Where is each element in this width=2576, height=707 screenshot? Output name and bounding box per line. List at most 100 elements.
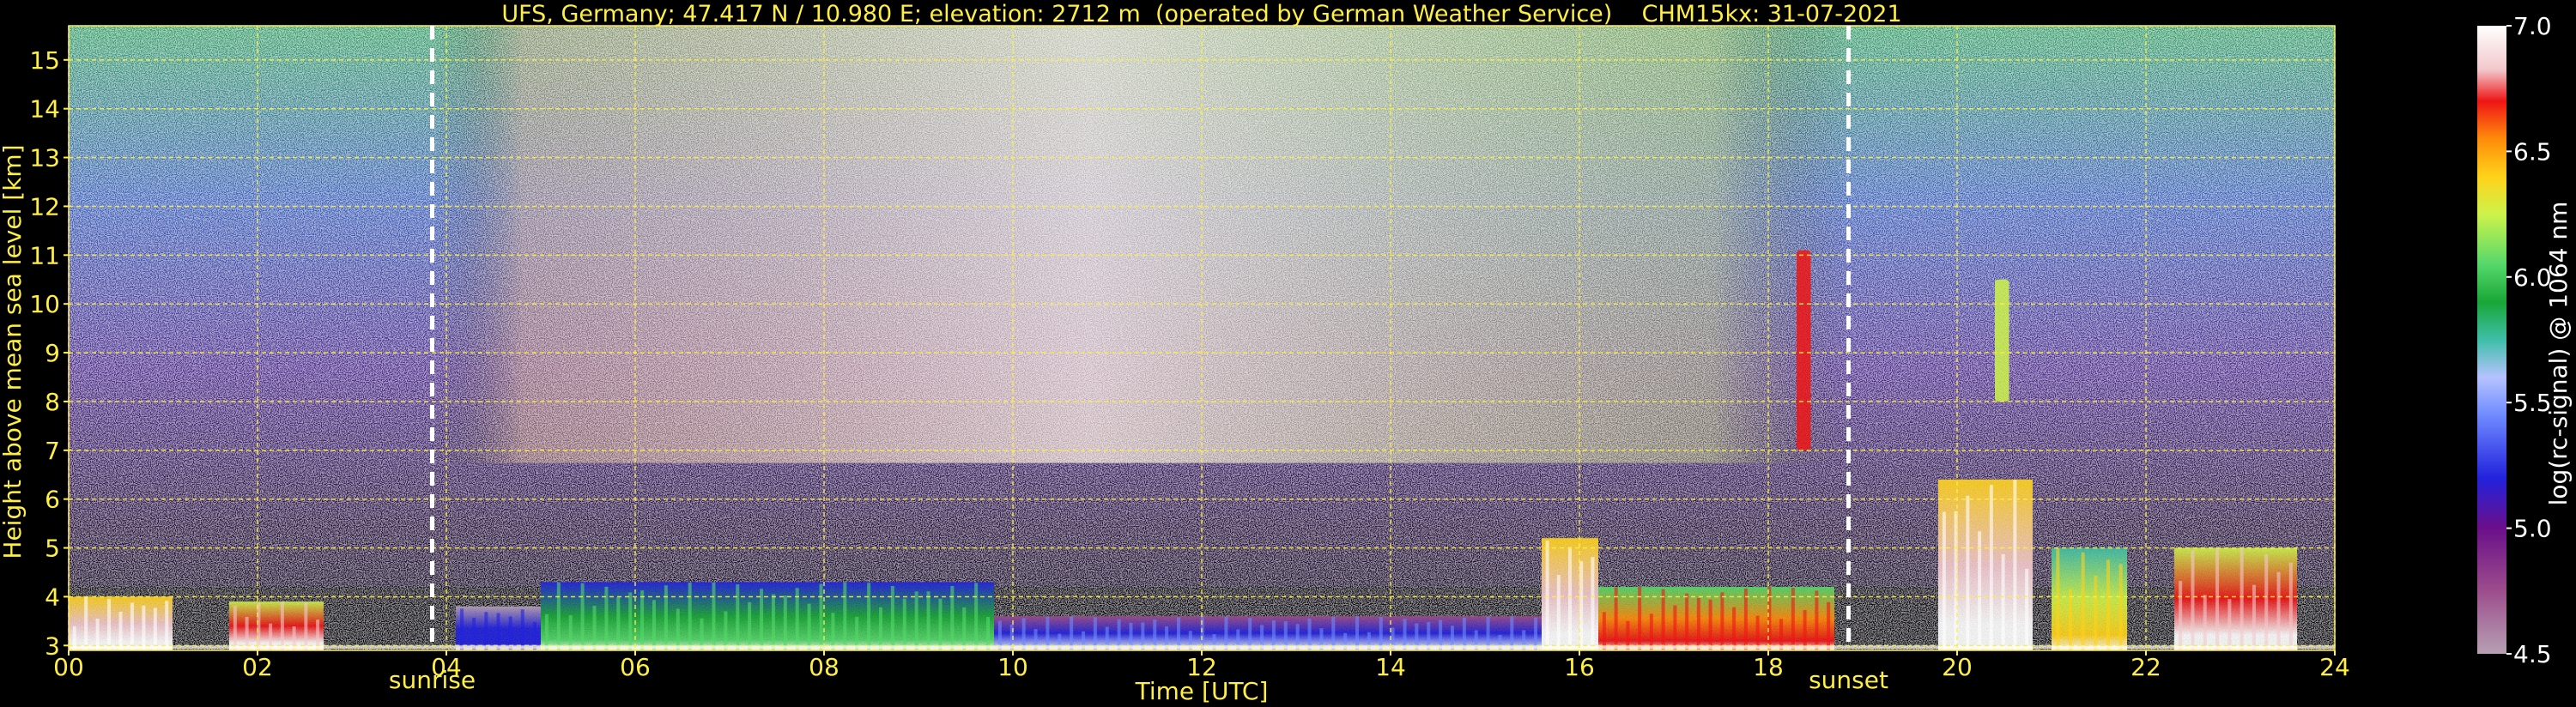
signal-streak	[831, 613, 835, 650]
signal-streak	[2252, 584, 2256, 650]
signal-streak	[1978, 531, 1982, 650]
signal-streak	[304, 601, 308, 650]
signal-streak	[748, 601, 752, 650]
signal-streak	[2276, 571, 2281, 650]
signal-streak	[1966, 495, 1970, 650]
elevated-aerosol-layer	[1995, 279, 2009, 402]
signal-streak	[2264, 553, 2269, 650]
signal-streak	[1720, 592, 1724, 650]
signal-streak	[2203, 595, 2207, 650]
signal-streak	[1568, 547, 1572, 650]
signal-streak	[1602, 612, 1606, 650]
signal-streak	[783, 595, 787, 650]
y-tick-label: 5	[45, 535, 60, 563]
colorbar-tick-label: 4.5	[2513, 640, 2552, 668]
signal-streak	[484, 612, 488, 650]
signal-streak	[676, 608, 680, 650]
signal-streak	[1732, 607, 1737, 650]
x-tick-label: 14	[1375, 653, 1406, 681]
signal-streak	[950, 585, 955, 650]
signal-streak	[165, 601, 169, 650]
signal-streak	[592, 606, 597, 650]
colorbar-tick-label: 7.0	[2513, 12, 2552, 40]
signal-block	[1938, 479, 2033, 650]
signal-streak	[628, 592, 633, 650]
signal-streak	[771, 594, 775, 650]
x-tick-label: 04	[431, 653, 462, 681]
signal-streak	[1224, 616, 1228, 650]
y-axis-ticks: 3456789101112131415	[29, 46, 69, 660]
signal-streak	[460, 608, 464, 650]
signal-streak	[2179, 581, 2183, 650]
colorbar-tick-label: 6.5	[2513, 137, 2552, 166]
y-tick-label: 15	[29, 46, 60, 75]
signal-streak	[926, 591, 930, 650]
signal-streak	[819, 583, 823, 650]
signal-streak	[1803, 610, 1807, 650]
signal-streak	[2001, 553, 2005, 650]
signal-block	[541, 582, 994, 650]
signal-streak	[2056, 548, 2060, 650]
y-tick-label: 11	[29, 241, 60, 269]
signal-streak	[843, 582, 847, 650]
signal-streak	[233, 606, 237, 650]
signal-streak	[2094, 575, 2098, 650]
signal-streak	[902, 598, 906, 650]
signal-streak	[1696, 597, 1700, 650]
y-tick-label: 12	[29, 192, 60, 221]
y-tick-label: 7	[45, 437, 60, 465]
signal-block	[229, 601, 324, 650]
signal-streak	[652, 600, 656, 650]
signal-streak	[736, 584, 740, 650]
signal-streak	[760, 589, 764, 650]
signal-streak	[520, 609, 524, 650]
signal-streak	[807, 603, 811, 650]
signal-streak	[867, 583, 871, 650]
signal-streak	[1661, 589, 1665, 650]
signal-streak	[795, 588, 799, 650]
y-tick-label: 14	[29, 95, 60, 124]
signal-streak	[257, 602, 261, 650]
x-tick-label: 10	[997, 653, 1028, 681]
x-tick-label: 06	[620, 653, 651, 681]
sunset-label: sunset	[1809, 666, 1888, 694]
signal-streak	[2025, 568, 2029, 650]
signal-streak	[2215, 547, 2220, 650]
signal-streak	[580, 583, 585, 650]
signal-streak	[1486, 616, 1490, 650]
y-tick-label: 6	[45, 486, 60, 514]
x-tick-label: 22	[2131, 653, 2161, 681]
signal-streak	[1827, 601, 1831, 650]
signal-streak	[2240, 549, 2244, 650]
signal-streak	[2013, 480, 2017, 650]
signal-streak	[1942, 511, 1946, 650]
chart-title: UFS, Germany; 47.417 N / 10.980 E; eleva…	[501, 1, 1901, 27]
signal-streak	[1591, 557, 1595, 650]
signal-streak	[2069, 589, 2072, 650]
y-tick-label: 4	[45, 583, 60, 611]
signal-streak	[1673, 605, 1677, 650]
x-tick-label: 18	[1753, 653, 1784, 681]
signal-streak	[962, 607, 967, 650]
x-tick-label: 08	[809, 653, 839, 681]
signal-streak	[1545, 541, 1549, 650]
colorbar: 4.55.05.56.06.57.0	[2477, 12, 2552, 668]
signal-streak	[2106, 559, 2110, 650]
colorbar-tick-label: 5.0	[2513, 515, 2552, 543]
signal-streak	[130, 602, 134, 650]
signal-streak	[712, 582, 716, 650]
signal-streak	[2227, 599, 2232, 650]
y-axis-label: Height above mean sea level [km]	[0, 144, 27, 559]
signal-streak	[496, 613, 500, 650]
signal-streak	[1815, 590, 1819, 650]
x-tick-label: 02	[242, 653, 273, 681]
signal-streak	[142, 605, 146, 650]
signal-streak	[914, 591, 918, 650]
colorbar-label: log(rc-signal) @ 1064 nm	[2544, 202, 2573, 506]
signal-streak	[2288, 562, 2293, 650]
signal-streak	[84, 596, 88, 650]
signal-streak	[938, 598, 943, 650]
signal-streak	[1579, 561, 1584, 650]
y-tick-label: 9	[45, 339, 60, 367]
signal-streak	[974, 583, 979, 650]
